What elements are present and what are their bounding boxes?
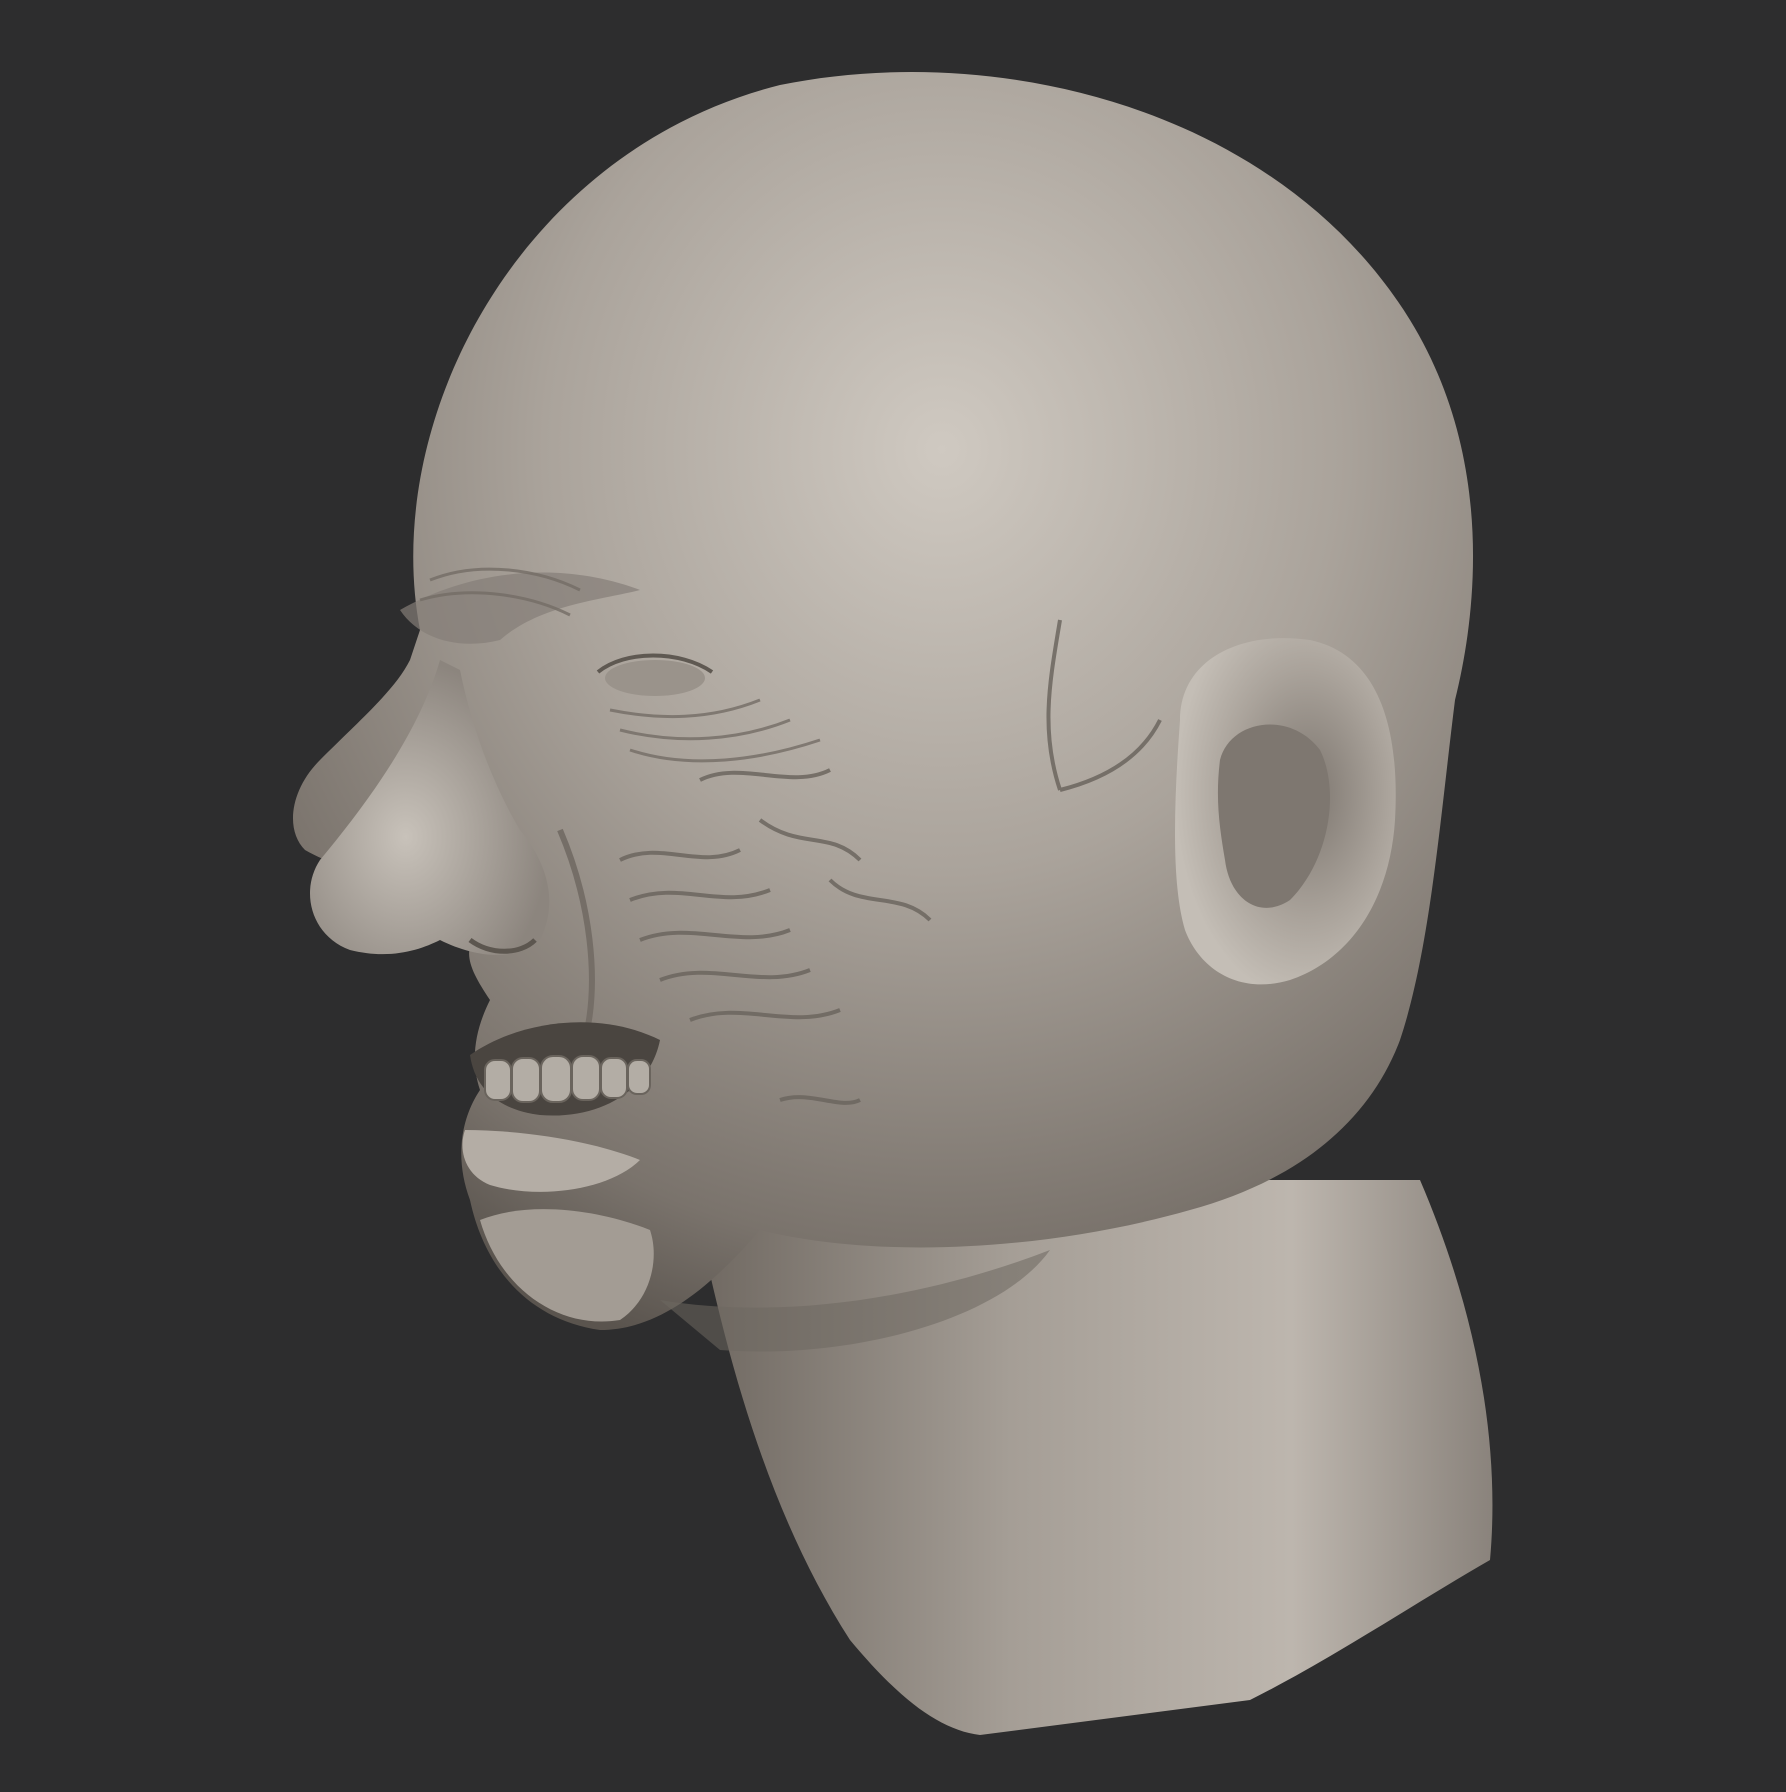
chin: [480, 1209, 654, 1322]
sculpt-viewport[interactable]: [0, 0, 1786, 1792]
neck: [690, 1180, 1493, 1735]
eye: [605, 660, 705, 696]
sculpted-head-model[interactable]: [0, 0, 1786, 1792]
